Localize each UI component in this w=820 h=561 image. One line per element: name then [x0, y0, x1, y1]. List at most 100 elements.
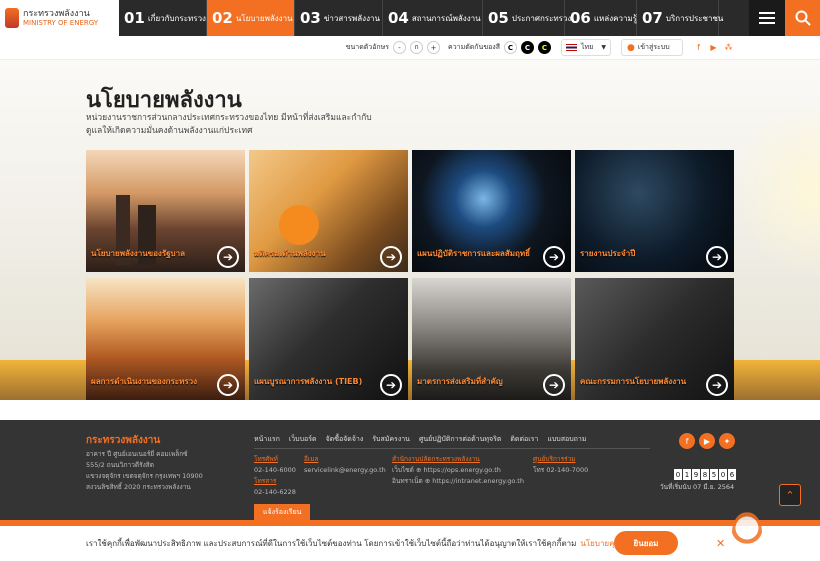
footer-link-anticorruption[interactable]: ศูนย์ปฏิบัติการต่อต้านทุจริต [419, 434, 501, 445]
nav-item-energy-policy[interactable]: 02 นโยบายพลังงาน [207, 0, 295, 36]
service-phone: โทร 02-140-7000 [533, 466, 589, 474]
counter-digit: 9 [692, 469, 700, 480]
phone-label: โทรศัพท์ [254, 455, 278, 463]
top-navigation-bar: กระทรวงพลังงาน MINISTRY OF ENERGY 01 เกี… [0, 0, 820, 36]
login-label: เข้าสู่ระบบ [637, 43, 670, 51]
arrow-right-icon[interactable]: ➔ [380, 246, 402, 268]
counter-digit: 1 [683, 469, 691, 480]
footer-link-procurement[interactable]: จัดซื้อจัดจ้าง [326, 434, 364, 445]
copyright-text: สงวนลิขสิทธิ์ 2020 กระทรวงพลังงาน [86, 483, 191, 491]
arrow-right-icon[interactable]: ➔ [380, 374, 402, 396]
card-label: นโยบายพลังงานของรัฐบาล [91, 249, 186, 258]
youtube-icon[interactable]: ▶ [699, 433, 715, 449]
nav-number: 01 [124, 9, 145, 27]
arrow-right-icon[interactable]: ➔ [217, 246, 239, 268]
footer-org-name: กระทรวงพลังงาน [86, 435, 161, 446]
card-label: ผลการดำเนินงานของกระทรวง [91, 377, 198, 386]
hardhat-icon [279, 205, 319, 245]
font-increase-button[interactable]: + [427, 41, 441, 54]
visitor-counter: 0 1 9 8 5 0 6 [674, 469, 736, 480]
search-button[interactable] [785, 0, 820, 36]
footer-link-contact[interactable]: ติดต่อเรา [510, 434, 538, 445]
facebook-icon[interactable]: f [693, 42, 704, 53]
website-link[interactable]: https://ops.energy.go.th [424, 466, 501, 474]
cookie-accept-button[interactable]: ยินยอม [614, 531, 678, 555]
nav-number: 03 [300, 9, 321, 27]
back-to-top-button[interactable]: ⌃ [779, 484, 801, 506]
site-footer: กระทรวงพลังงาน อาคาร ปี ศูนย์เอนเนอร์ยี่… [0, 420, 820, 521]
footer-link-webboard[interactable]: เว็บบอร์ด [289, 434, 317, 445]
cookie-text: เราใช้คุกกี้เพื่อพัฒนาประสิทธิภาพ และประ… [86, 539, 577, 548]
contrast-yellow-button[interactable]: C [538, 41, 551, 54]
mascot-image[interactable] [732, 512, 762, 552]
hamburger-icon [759, 17, 775, 19]
footer-service-center: ศูนย์บริการร่วม โทร 02-140-7000 [533, 454, 588, 476]
intranet-link[interactable]: https://intranet.energy.go.th [432, 477, 524, 485]
arrow-right-icon[interactable]: ➔ [706, 374, 728, 396]
footer-link-home[interactable]: หน้าแรก [254, 434, 280, 445]
card-government-policy[interactable]: นโยบายพลังงานของรัฐบาล ➔ [86, 150, 245, 272]
footer-contact-email: อีเมล servicelink@energy.go.th [304, 454, 386, 476]
contrast-label: ความตัดกันของสี [448, 43, 500, 51]
youtube-icon[interactable]: ▶ [708, 42, 719, 53]
language-select[interactable]: ไทย ▼ [561, 39, 611, 56]
facebook-icon[interactable]: f [679, 433, 695, 449]
footer-link-survey[interactable]: แบบสอบถาม [547, 434, 586, 445]
email-value[interactable]: servicelink@energy.go.th [304, 465, 386, 476]
counter-digit: 8 [701, 469, 709, 480]
card-energy-policy-committee[interactable]: คณะกรรมการนโยบายพลังงาน ➔ [575, 278, 734, 400]
twitter-icon[interactable]: ✦ [719, 433, 735, 449]
contrast-dark-button[interactable]: C [521, 41, 534, 54]
sun-glow [730, 100, 820, 280]
counter-digit: 0 [674, 469, 682, 480]
nav-item-announcements[interactable]: 05 ประกาศกระทรวง [483, 0, 571, 36]
footer-divider [254, 448, 650, 449]
arrow-right-icon[interactable]: ➔ [706, 246, 728, 268]
nav-number: 02 [212, 9, 233, 27]
arrow-right-icon[interactable]: ➔ [543, 374, 565, 396]
card-label: รายงานประจำปี [580, 249, 636, 258]
sitemap-icon[interactable]: ⁂ [723, 42, 734, 53]
card-cabinet-resolutions[interactable]: มติครม.ด้านพลังงาน ➔ [249, 150, 408, 272]
font-normal-button[interactable]: ก [410, 41, 424, 54]
search-icon [795, 10, 811, 26]
website-label: เว็บไซต์ [392, 466, 414, 474]
nav-item-about[interactable]: 01 เกี่ยวกับกระทรวง [119, 0, 207, 36]
nav-item-public-service[interactable]: 07 บริการประชาชน [637, 0, 723, 36]
close-icon[interactable]: ✕ [716, 537, 725, 550]
phone-value: 02-140-6000 [254, 466, 296, 474]
email-label: อีเมล [304, 455, 319, 463]
arrow-right-icon[interactable]: ➔ [217, 374, 239, 396]
nav-number: 06 [570, 9, 591, 27]
nav-label: สถานการณ์พลังงาน [411, 13, 481, 23]
login-button[interactable]: ● เข้าสู่ระบบ [621, 39, 683, 56]
card-key-measures[interactable]: มาตรการส่งเสริมที่สำคัญ ➔ [412, 278, 571, 400]
footer-link-jobs[interactable]: รับสมัครงาน [372, 434, 410, 445]
card-tieb-plan[interactable]: แผนบูรณาการพลังงาน (TIEB) ➔ [249, 278, 408, 400]
card-action-plan[interactable]: แผนปฏิบัติราชการและผลสัมฤทธิ์ ➔ [412, 150, 571, 272]
logo-thai-text: กระทรวงพลังงาน [23, 9, 90, 19]
card-label: มติครม.ด้านพลังงาน [254, 249, 326, 258]
counter-digit: 0 [719, 469, 727, 480]
office-label: สำนักงานปลัดกระทรวงพลังงาน [392, 455, 480, 463]
fax-value: 02-140-6228 [254, 488, 296, 496]
card-label: คณะกรรมการนโยบายพลังงาน [580, 377, 687, 386]
contrast-normal-button[interactable]: C [504, 41, 517, 54]
ministry-emblem-icon [5, 8, 19, 28]
site-logo[interactable]: กระทรวงพลังงาน MINISTRY OF ENERGY [0, 0, 119, 36]
font-decrease-button[interactable]: - [393, 41, 407, 54]
nav-label: ประกาศกระทรวง [511, 13, 572, 23]
card-annual-report[interactable]: รายงานประจำปี ➔ [575, 150, 734, 272]
fax-label: โทรสาร [254, 477, 277, 485]
nav-item-knowledge[interactable]: 06 แหล่งความรู้ [565, 0, 637, 36]
nav-item-energy-situation[interactable]: 04 สถานการณ์พลังงาน [383, 0, 483, 36]
complaint-button[interactable]: แจ้งร้องเรียน [254, 504, 311, 521]
hamburger-icon [759, 12, 775, 14]
intranet-label: อินทราเน็ต [392, 477, 423, 485]
arrow-right-icon[interactable]: ➔ [543, 246, 565, 268]
nav-item-news[interactable]: 03 ข่าวสารพลังงาน [295, 0, 383, 36]
footer-office-links: สำนักงานปลัดกระทรวงพลังงาน เว็บไซต์ ⊕ ht… [392, 455, 524, 485]
card-ministry-performance[interactable]: ผลการดำเนินงานของกระทรวง ➔ [86, 278, 245, 400]
main-nav: 01 เกี่ยวกับกระทรวง 02 นโยบายพลังงาน 03 … [119, 0, 749, 36]
menu-button[interactable] [749, 0, 785, 36]
